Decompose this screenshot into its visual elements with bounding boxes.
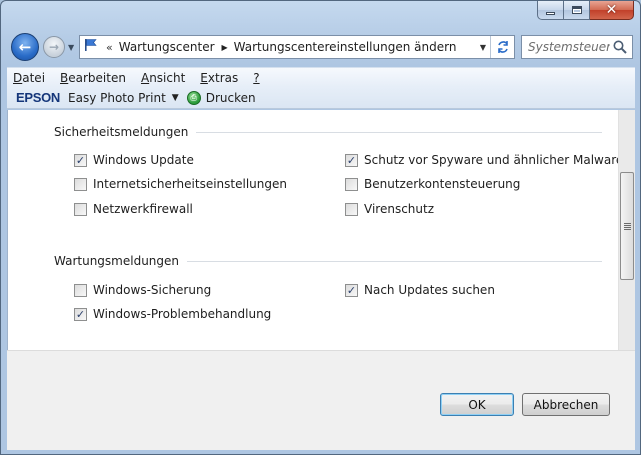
print-button[interactable]: Drucken	[206, 91, 256, 105]
epson-logo: EPSON	[16, 90, 61, 105]
easy-photo-print-button[interactable]: Easy Photo Print	[68, 91, 166, 105]
section-title-maintenance: Wartungsmeldungen	[54, 254, 180, 268]
refresh-button[interactable]	[490, 36, 514, 58]
control-panel-window: ✕ ← → ▼ « Wartungscenter ▶ Wartungscente…	[0, 0, 641, 455]
vertical-scrollbar[interactable]	[618, 110, 635, 350]
arrow-left-icon: ←	[18, 37, 32, 56]
maximize-icon	[571, 6, 582, 14]
checkbox-label: Windows Update	[93, 153, 194, 167]
section-header-maintenance: Wartungsmeldungen	[54, 254, 602, 268]
section-divider	[196, 131, 602, 133]
menu-ansicht[interactable]: Ansicht	[141, 71, 185, 85]
checkbox-troubleshooting[interactable]	[74, 307, 87, 321]
minimize-button[interactable]	[537, 1, 564, 20]
search-icon[interactable]	[612, 39, 628, 55]
checkbox-label: Windows-Problembehandlung	[93, 307, 272, 321]
close-button[interactable]: ✕	[590, 1, 634, 20]
close-icon: ✕	[605, 2, 618, 18]
checkbox-network-firewall[interactable]	[74, 202, 87, 216]
address-bar[interactable]: « Wartungscenter ▶ Wartungscentereinstel…	[79, 35, 515, 59]
section-title-security: Sicherheitsmeldungen	[54, 125, 189, 139]
arrow-right-icon: →	[48, 40, 60, 54]
checkbox-row-antivirus[interactable]: Virenschutz	[345, 202, 434, 216]
checkbox-spyware-protection[interactable]	[345, 153, 358, 167]
checkbox-label: Nach Updates suchen	[364, 283, 495, 297]
window-caption-buttons: ✕	[537, 1, 634, 21]
checkbox-row-windows-update[interactable]: Windows Update	[74, 153, 194, 167]
navigation-bar: ← → ▼ « Wartungscenter ▶ Wartungscentere…	[7, 31, 635, 63]
checkbox-label: Windows-Sicherung	[93, 283, 212, 297]
menu-help[interactable]: ?	[253, 71, 259, 85]
forward-button[interactable]: →	[43, 36, 65, 58]
checkbox-label: Virenschutz	[364, 202, 435, 216]
search-box[interactable]: Systemsteuer...	[521, 35, 633, 59]
menu-datei[interactable]: Datei	[13, 71, 45, 85]
checkbox-row-troubleshooting[interactable]: Windows-Problembehandlung	[74, 307, 271, 321]
checkbox-row-uac[interactable]: Benutzerkontensteuerung	[345, 177, 520, 191]
back-button[interactable]: ←	[11, 33, 39, 61]
breadcrumb-wartungscenter[interactable]: Wartungscenter	[119, 40, 215, 54]
section-header-security: Sicherheitsmeldungen	[54, 125, 602, 139]
checkbox-row-spyware[interactable]: Schutz vor Spyware und ähnlicher Malware	[345, 153, 623, 167]
refresh-icon	[497, 41, 508, 53]
checkbox-row-firewall[interactable]: Netzwerkfirewall	[74, 202, 193, 216]
minimize-icon	[546, 12, 555, 15]
checkbox-user-account-control[interactable]	[345, 177, 358, 191]
checkbox-label: Internetsicherheitseinstellungen	[93, 177, 287, 191]
print-icon[interactable]: ⎙	[186, 90, 201, 105]
address-dropdown-icon[interactable]: ▼	[480, 43, 486, 52]
ok-button[interactable]: OK	[440, 393, 514, 416]
checkbox-row-check-updates[interactable]: Nach Updates suchen	[345, 283, 495, 297]
breadcrumb-separator-icon[interactable]: ▶	[222, 43, 228, 52]
section-divider	[187, 260, 602, 262]
epson-toolbar: EPSON Easy Photo Print ▼ ⎙ Drucken	[7, 87, 635, 109]
checkbox-check-for-updates[interactable]	[345, 283, 358, 297]
menu-extras[interactable]: Extras	[200, 71, 238, 85]
easy-photo-print-dropdown-icon[interactable]: ▼	[172, 93, 179, 103]
checkbox-label: Netzwerkfirewall	[93, 202, 193, 216]
dialog-footer: OK Abbrechen	[7, 350, 635, 450]
checkbox-label: Benutzerkontensteuerung	[364, 177, 521, 191]
menu-bar: Datei Bearbeiten Ansicht Extras ?	[7, 67, 635, 87]
checkbox-windows-backup[interactable]	[74, 283, 87, 297]
search-placeholder: Systemsteuer...	[528, 40, 610, 54]
recent-pages-dropdown-icon[interactable]: ▼	[68, 43, 74, 52]
checkbox-antivirus[interactable]	[345, 202, 358, 216]
checkbox-row-backup[interactable]: Windows-Sicherung	[74, 283, 211, 297]
checkbox-windows-update[interactable]	[74, 153, 87, 167]
checkbox-row-internet-security[interactable]: Internetsicherheitseinstellungen	[74, 177, 287, 191]
checkbox-internet-security[interactable]	[74, 177, 87, 191]
settings-content: Sicherheitsmeldungen Windows Update Schu…	[7, 110, 635, 350]
action-center-flag-icon	[84, 38, 100, 56]
breadcrumb-overflow-chevron[interactable]: «	[106, 41, 113, 54]
scrollbar-thumb[interactable]	[620, 172, 634, 280]
grip-icon	[623, 222, 631, 230]
menu-bearbeiten[interactable]: Bearbeiten	[60, 71, 126, 85]
cancel-button[interactable]: Abbrechen	[522, 393, 610, 416]
maximize-button[interactable]	[564, 1, 590, 20]
checkbox-label: Schutz vor Spyware und ähnlicher Malware	[364, 153, 624, 167]
breadcrumb-current-page[interactable]: Wartungscentereinstellungen ändern	[234, 40, 457, 54]
